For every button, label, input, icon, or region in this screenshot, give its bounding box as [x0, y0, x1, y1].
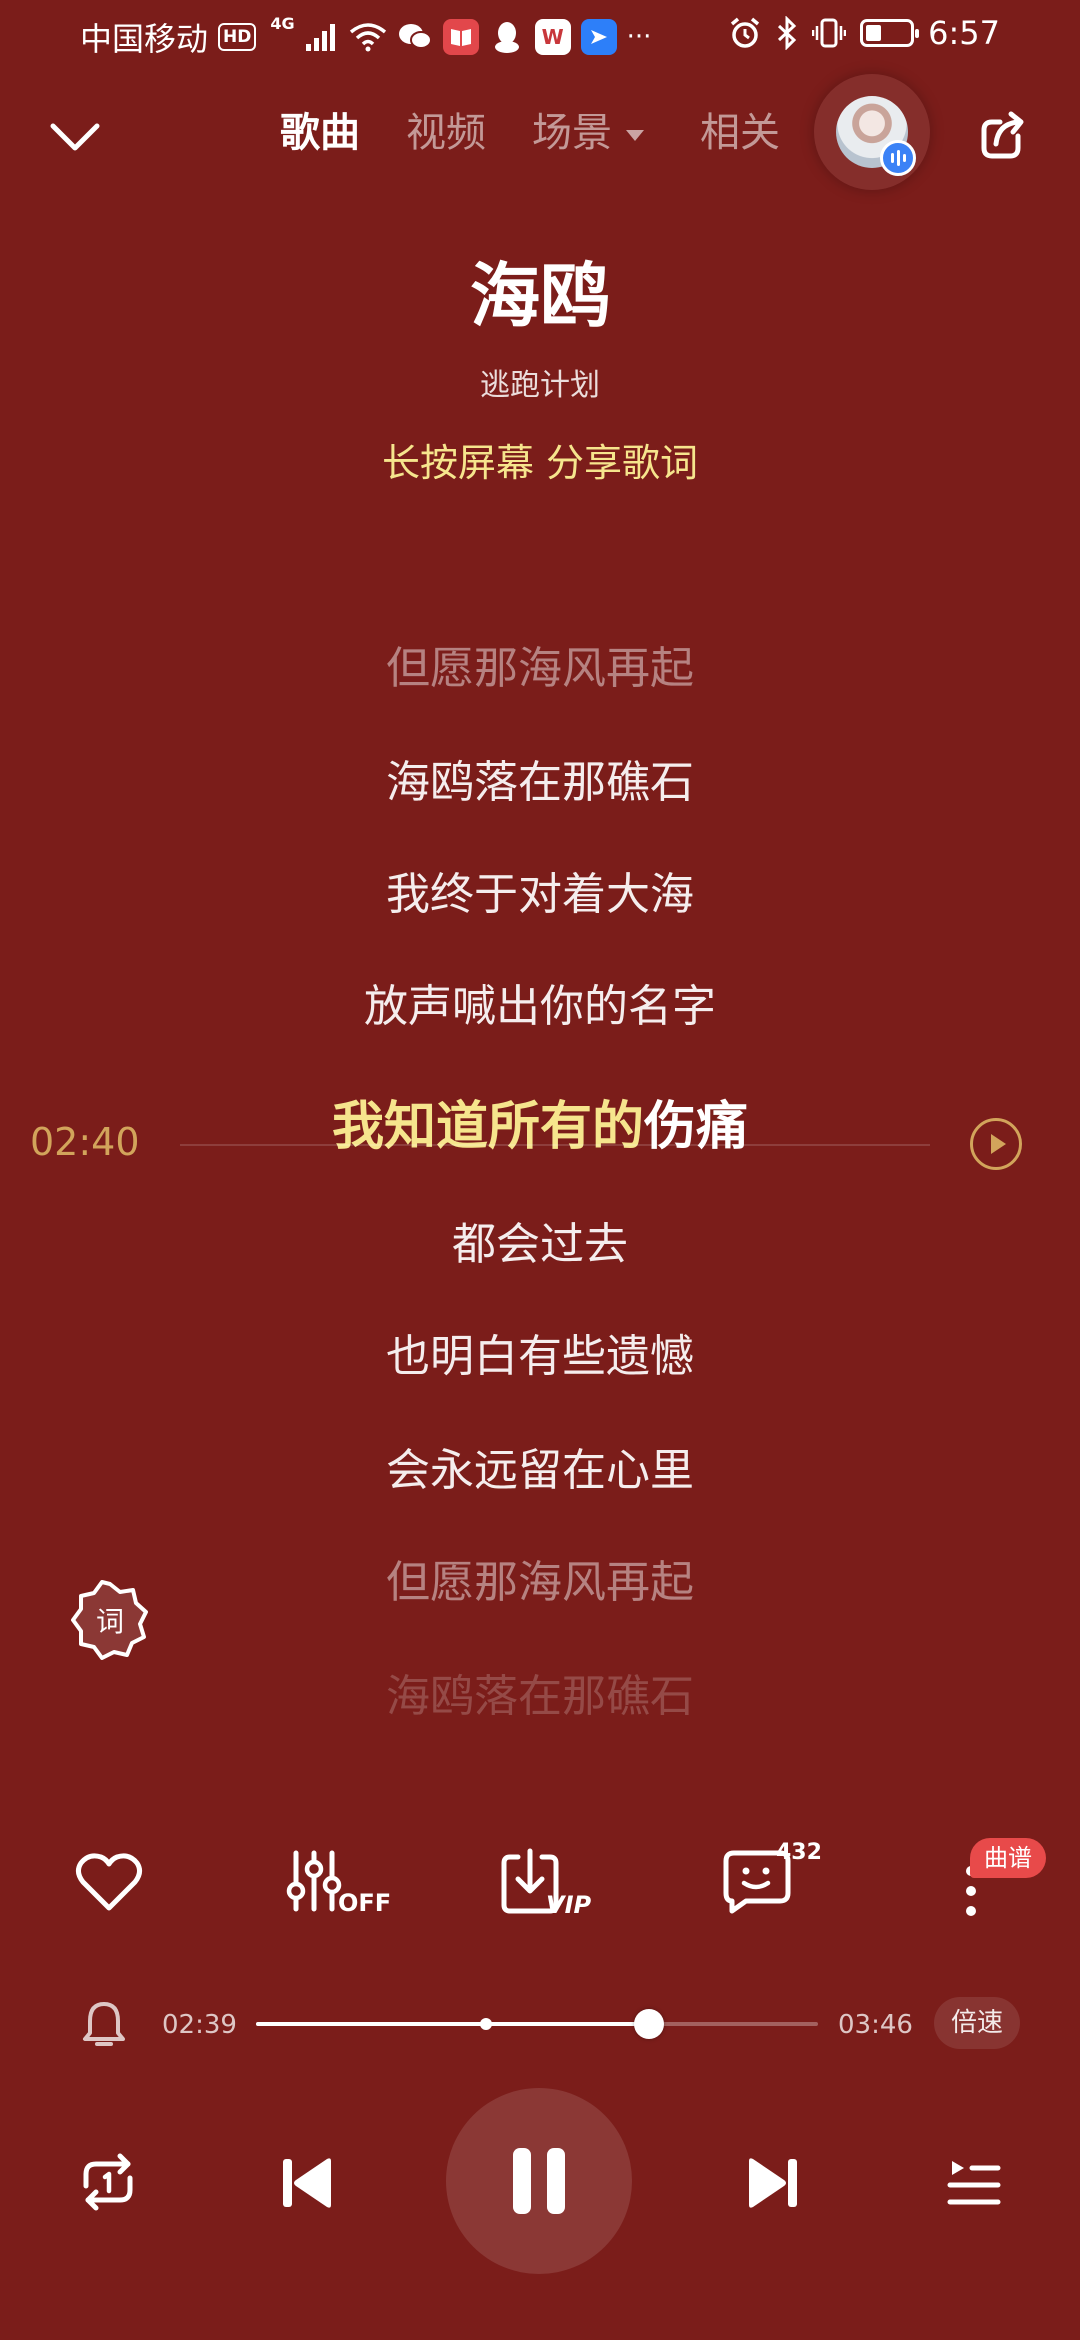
vibrate-icon: [812, 18, 847, 48]
lyric-line: 放声喊出你的名字: [364, 981, 716, 1032]
skip-next-icon: [749, 2158, 797, 2208]
equalizer-icon: OFF: [286, 1850, 391, 1917]
progress-marker: [480, 2018, 493, 2030]
lyric-line: 也明白有些遗憾: [386, 1331, 694, 1382]
share-lyrics-hint: 长按屏幕 分享歌词: [381, 441, 699, 485]
play-icon: [991, 1134, 1006, 1154]
status-left: 中国移动 HD 4G W ···: [80, 14, 651, 60]
tab-videos[interactable]: 视频: [406, 98, 486, 168]
network-type-label: 4G: [270, 14, 295, 33]
current-lyric-line: 我知道所有的伤痛: [0, 1084, 1080, 1159]
sound-effect-button[interactable]: OFF: [284, 1842, 394, 1922]
caret-down-icon: [626, 129, 644, 141]
status-right: 6:57: [728, 14, 1000, 52]
more-notifications-icon: ···: [626, 22, 652, 52]
reader-icon: [442, 19, 479, 55]
lyric-seek-time: 02:40: [30, 1120, 140, 1164]
lyric-line: 我终于对着大海: [386, 869, 694, 920]
avatar-button[interactable]: [814, 74, 930, 190]
progress-fill: [256, 2022, 650, 2026]
wifi-icon: [349, 23, 386, 52]
bluetooth-icon: [778, 16, 797, 50]
lyric-line: 都会过去: [452, 1219, 628, 1270]
audio-bars-icon: [880, 140, 916, 176]
wps-icon: W: [534, 19, 571, 55]
lyric-line: 会永远留在心里: [386, 1445, 694, 1496]
sound-effect-label: OFF: [338, 1889, 391, 1917]
download-icon: VIP: [501, 1848, 592, 1917]
lyric-seek-line: [180, 1144, 930, 1146]
download-label: VIP: [546, 1891, 592, 1917]
wechat-icon: [397, 19, 433, 55]
clock: 6:57: [928, 14, 1000, 52]
lyrics-mode-label: 词: [95, 1605, 124, 1638]
hd-icon: HD: [218, 23, 257, 51]
total-duration: 03:46: [838, 2010, 913, 2040]
comment-count: 432: [776, 1840, 822, 1865]
repeat-mode-button[interactable]: [66, 2140, 150, 2224]
feishu-icon: [580, 19, 617, 55]
chevron-down-icon: [50, 123, 100, 151]
playlist-icon: [947, 2161, 1001, 2205]
song-artist[interactable]: 逃跑计划: [0, 360, 1080, 404]
skip-previous-icon: [283, 2158, 331, 2208]
sleep-timer-button[interactable]: [78, 1996, 130, 2052]
alarm-icon: [731, 17, 760, 48]
like-button[interactable]: [64, 1842, 154, 1922]
carrier-label: 中国移动: [80, 20, 209, 58]
pause-icon: [513, 2148, 565, 2214]
qq-icon: [489, 19, 525, 55]
lyric-line: 海鸥落在那礁石: [386, 1671, 694, 1722]
heart-icon: [75, 1853, 143, 1911]
share-button[interactable]: [970, 100, 1040, 170]
lyrics-mode-button[interactable]: 词: [70, 1580, 150, 1660]
progress-slider[interactable]: [256, 2009, 818, 2039]
current-lyric-sung: 我知道所有的: [331, 1097, 644, 1157]
tab-related[interactable]: 相关: [700, 98, 780, 168]
battery-icon: [860, 19, 920, 47]
repeat-one-icon: [83, 2153, 133, 2211]
collapse-button[interactable]: [40, 102, 110, 172]
current-lyric-unsung: 伤痛: [644, 1097, 749, 1157]
status-bar: 中国移动 HD 4G W ··· 6:57: [0, 0, 1080, 70]
sheet-music-badge[interactable]: 曲谱: [970, 1838, 1046, 1878]
playlist-button[interactable]: [932, 2140, 1016, 2224]
tab-scenes[interactable]: 场景: [532, 98, 644, 168]
share-icon: [981, 111, 1024, 159]
progress-thumb[interactable]: [634, 2009, 665, 2039]
playback-speed-button[interactable]: 倍速: [934, 1997, 1020, 2049]
play-from-lyric-button[interactable]: [970, 1118, 1022, 1170]
elapsed-time: 02:39: [162, 2010, 237, 2040]
song-title: 海鸥: [470, 255, 610, 337]
signal-icon: [305, 24, 335, 51]
tab-scenes-label: 场景: [532, 110, 612, 156]
bell-icon: [83, 2002, 125, 2046]
tab-songs[interactable]: 歌曲: [280, 98, 360, 168]
lyric-line: 海鸥落在那礁石: [386, 757, 694, 808]
play-pause-button[interactable]: [446, 2088, 632, 2274]
next-track-button[interactable]: [728, 2138, 818, 2228]
lyric-line: 但愿那海风再起: [386, 643, 694, 694]
avatar: [836, 96, 916, 176]
download-button[interactable]: VIP: [500, 1842, 610, 1922]
previous-track-button[interactable]: [262, 2138, 352, 2228]
lyric-line: 但愿那海风再起: [386, 1557, 694, 1608]
